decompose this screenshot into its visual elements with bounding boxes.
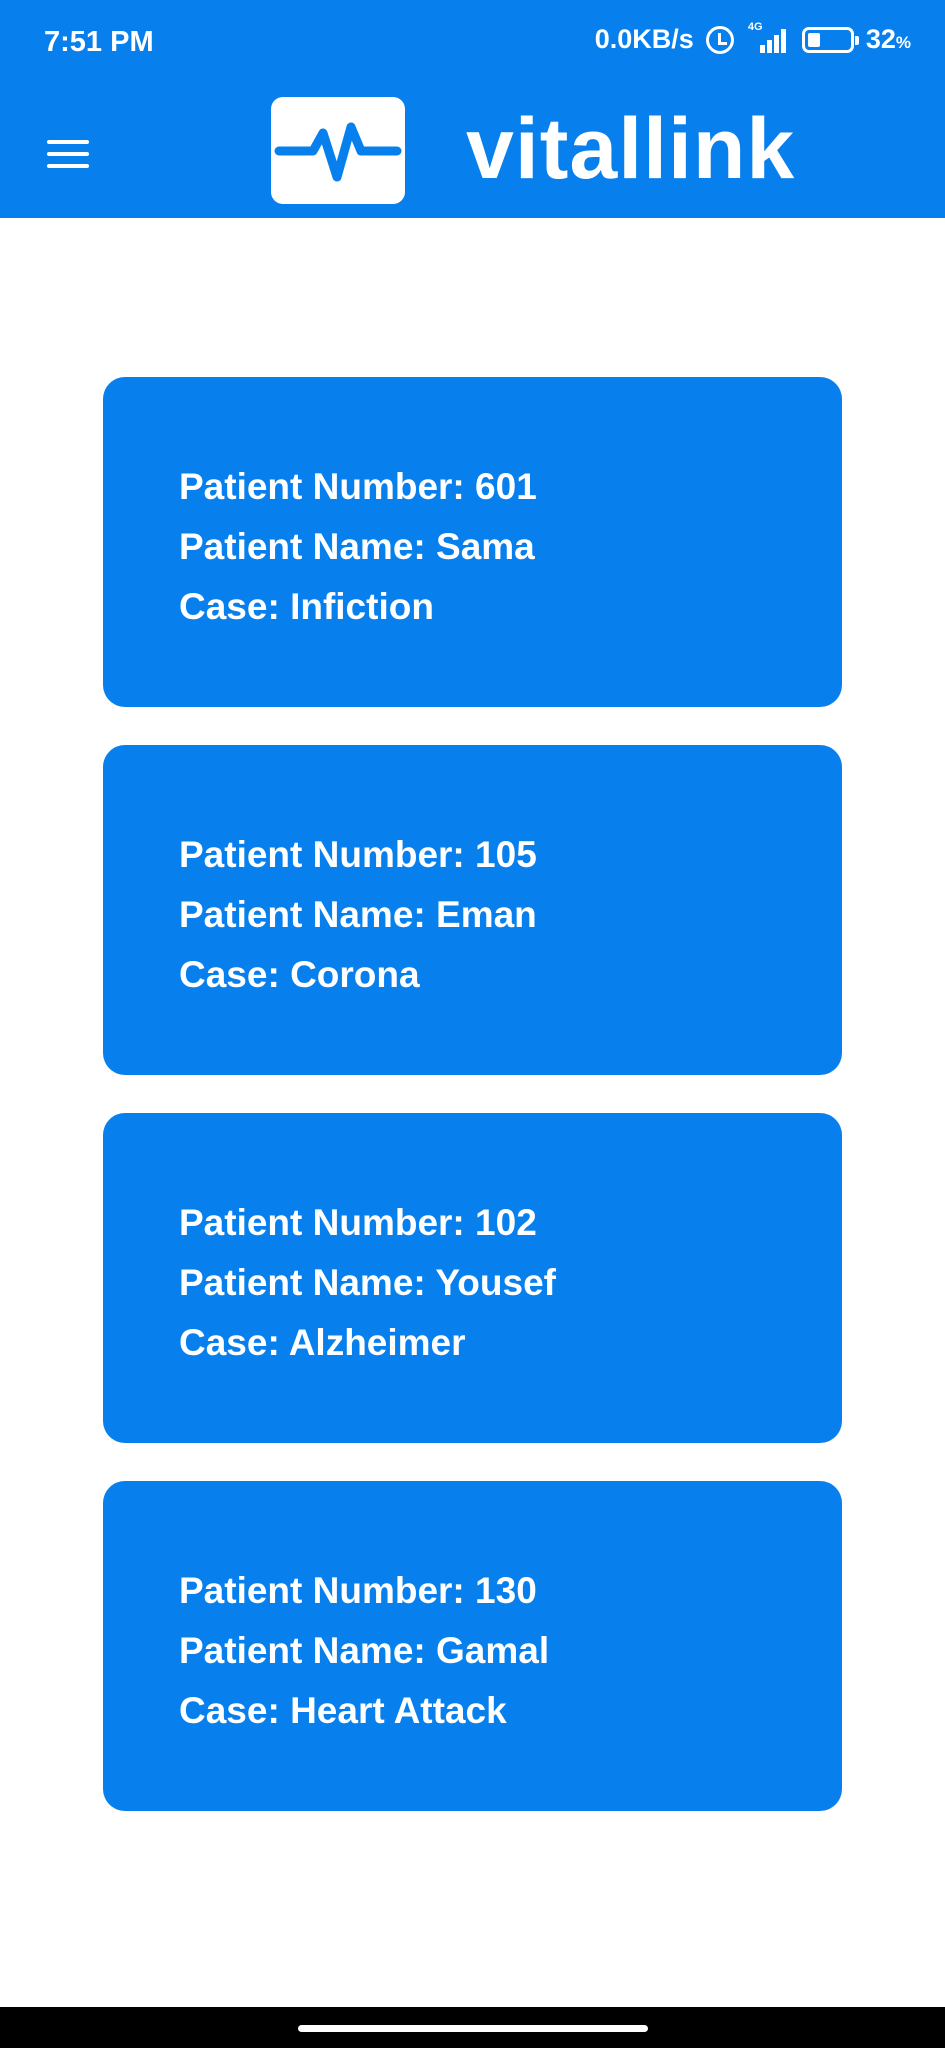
patient-number: 601 xyxy=(475,466,537,507)
network-speed: 0.0KB/s xyxy=(594,24,694,54)
patient-case-line: Case: Heart Attack xyxy=(179,1690,507,1731)
cell-signal-icon: 4G xyxy=(746,21,790,55)
patient-name: Gamal xyxy=(436,1630,550,1671)
patient-card[interactable]: Patient Number: 601 Patient Name: Sama C… xyxy=(103,377,842,707)
patient-card[interactable]: Patient Number: 105 Patient Name: Eman C… xyxy=(103,745,842,1075)
patient-name: Eman xyxy=(436,894,537,935)
patient-number: 102 xyxy=(475,1202,537,1243)
status-bar: 7:51 PM 0.0KB/s 4G 32% xyxy=(0,0,945,86)
patient-number-line: Patient Number: 105 xyxy=(179,834,537,875)
patient-number-line: Patient Number: 102 xyxy=(179,1202,537,1243)
heartbeat-pulse-icon xyxy=(274,122,402,182)
patient-number: 105 xyxy=(475,834,537,875)
alarm-icon xyxy=(705,25,734,54)
patient-number: 130 xyxy=(475,1570,537,1611)
patient-card[interactable]: Patient Number: 130 Patient Name: Gamal … xyxy=(103,1481,842,1811)
battery-icon xyxy=(801,26,859,53)
system-navigation-bar xyxy=(0,2007,945,2048)
network-type: 4G xyxy=(747,20,763,33)
patient-case: Infiction xyxy=(290,586,434,627)
status-indicators: 0.0KB/s 4G 32% xyxy=(594,21,911,55)
patient-case: Heart Attack xyxy=(290,1690,507,1731)
patient-name-line: Patient Name: Sama xyxy=(179,526,535,567)
app-title: vitallink xyxy=(466,101,796,197)
app-header: 7:51 PM 0.0KB/s 4G 32% vitallink xyxy=(0,0,945,218)
vitallink-logo xyxy=(271,97,405,204)
home-gesture-handle[interactable] xyxy=(298,2025,648,2032)
patient-case: Corona xyxy=(290,954,420,995)
patient-case: Alzheimer xyxy=(288,1322,466,1363)
hamburger-menu-icon[interactable] xyxy=(47,140,89,168)
patient-name: Sama xyxy=(436,526,535,567)
patient-name-line: Patient Name: Yousef xyxy=(179,1262,556,1303)
patient-case-line: Case: Corona xyxy=(179,954,420,995)
patient-name-line: Patient Name: Eman xyxy=(179,894,537,935)
patient-number-line: Patient Number: 601 xyxy=(179,466,537,507)
patient-case-line: Case: Alzheimer xyxy=(179,1322,466,1363)
patient-number-line: Patient Number: 130 xyxy=(179,1570,537,1611)
status-time: 7:51 PM xyxy=(44,26,154,58)
patient-name: Yousef xyxy=(435,1262,556,1303)
patient-name-line: Patient Name: Gamal xyxy=(179,1630,550,1671)
patient-card[interactable]: Patient Number: 102 Patient Name: Yousef… xyxy=(103,1113,842,1443)
battery-percent: 32% xyxy=(865,24,911,54)
patient-case-line: Case: Infiction xyxy=(179,586,434,627)
